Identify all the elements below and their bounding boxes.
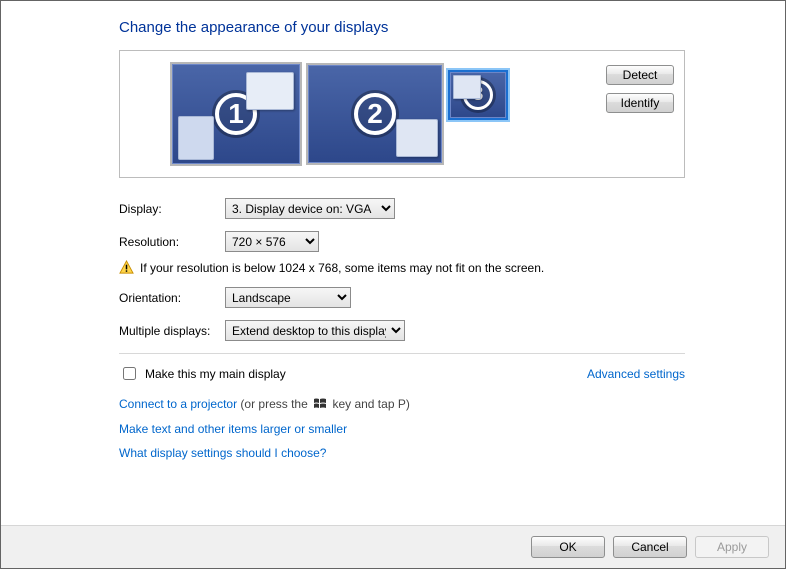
resolution-select[interactable]: 720 × 576 <box>225 231 319 252</box>
row-orientation: Orientation: Landscape <box>119 287 685 308</box>
links-block: Connect to a projector (or press the key… <box>119 397 685 460</box>
projector-hint-a: (or press the <box>237 397 311 411</box>
row-resolution: Resolution: 720 × 576 <box>119 231 685 252</box>
display-arrangement-box[interactable]: 1 2 3 Detect Identify <box>119 50 685 178</box>
resolution-warning: If your resolution is below 1024 x 768, … <box>119 260 685 275</box>
label-resolution: Resolution: <box>119 235 225 249</box>
monitors-group: 1 2 3 <box>170 62 508 166</box>
mini-window-icon <box>396 119 438 157</box>
display-settings-window: Change the appearance of your displays 1… <box>0 0 786 569</box>
multiple-displays-select[interactable]: Extend desktop to this display <box>225 320 405 341</box>
mini-window-icon <box>246 72 294 110</box>
detect-button[interactable]: Detect <box>606 65 674 85</box>
monitor-3[interactable]: 3 <box>448 70 508 120</box>
ok-button[interactable]: OK <box>531 536 605 558</box>
connect-projector-link[interactable]: Connect to a projector <box>119 397 237 411</box>
row-multiple-displays: Multiple displays: Extend desktop to thi… <box>119 320 685 341</box>
main-display-checkbox[interactable] <box>123 367 136 380</box>
warning-text: If your resolution is below 1024 x 768, … <box>140 261 544 275</box>
main-display-label: Make this my main display <box>145 367 286 381</box>
main-display-row: Make this my main display Advanced setti… <box>119 364 685 383</box>
label-orientation: Orientation: <box>119 291 225 305</box>
separator <box>119 353 685 354</box>
mini-window-icon <box>453 75 481 99</box>
monitor-1[interactable]: 1 <box>170 62 302 166</box>
mini-window-icon <box>178 116 214 160</box>
monitor-number: 2 <box>354 93 396 135</box>
label-display: Display: <box>119 202 225 216</box>
text-size-link[interactable]: Make text and other items larger or smal… <box>119 422 347 436</box>
which-settings-link[interactable]: What display settings should I choose? <box>119 446 326 460</box>
windows-key-icon <box>313 397 327 412</box>
footer-bar: OK Cancel Apply <box>1 525 785 568</box>
content-area: Change the appearance of your displays 1… <box>1 1 785 525</box>
warning-icon <box>119 260 134 275</box>
side-buttons: Detect Identify <box>606 65 674 113</box>
label-multiple-displays: Multiple displays: <box>119 324 225 338</box>
display-select[interactable]: 3. Display device on: VGA <box>225 198 395 219</box>
page-title: Change the appearance of your displays <box>119 19 685 36</box>
apply-button[interactable]: Apply <box>695 536 769 558</box>
cancel-button[interactable]: Cancel <box>613 536 687 558</box>
monitor-2[interactable]: 2 <box>306 63 444 165</box>
row-display: Display: 3. Display device on: VGA <box>119 198 685 219</box>
projector-hint-b: key and tap P) <box>329 397 410 411</box>
advanced-settings-link[interactable]: Advanced settings <box>587 367 685 381</box>
identify-button[interactable]: Identify <box>606 93 674 113</box>
orientation-select[interactable]: Landscape <box>225 287 351 308</box>
